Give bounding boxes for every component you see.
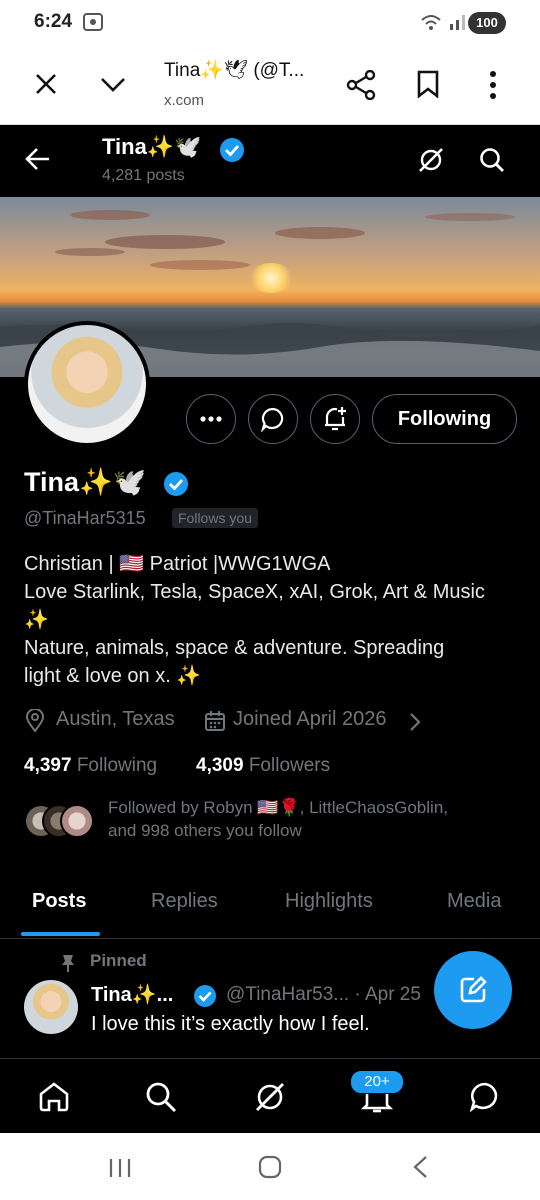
follower-avatar [60,804,94,838]
screenshot-icon [83,13,103,31]
followed-by-line: and 998 others you follow [108,821,302,840]
notify-button[interactable] [310,394,360,444]
system-nav-bar [0,1133,540,1200]
chevron-down-icon[interactable] [100,74,126,94]
status-bar: 6:24 100 [0,0,540,44]
recents-icon[interactable] [108,1157,132,1179]
tab-media[interactable]: Media [447,890,501,913]
post-author-name[interactable]: Tina✨... [91,982,173,1007]
post-handle-date: @TinaHar53... · Apr 25 [226,984,421,1005]
back-icon[interactable] [412,1155,428,1179]
verified-badge-icon [220,138,244,162]
bookmark-icon[interactable] [417,70,439,98]
following-number: 4,397 [24,755,72,776]
chevron-right-icon[interactable] [409,712,421,732]
verified-badge-icon [164,472,188,496]
close-icon[interactable] [34,72,58,96]
profile-header-bar: Tina✨🕊️ 4,281 posts [0,125,540,197]
message-icon [261,407,284,432]
search-icon[interactable] [145,1081,177,1113]
battery-indicator: 100 [468,12,506,34]
profile-name: Tina✨🕊️ [24,467,147,497]
tab-replies[interactable]: Replies [151,890,218,913]
chat-icon[interactable] [469,1081,501,1113]
followed-by-line: Followed by Robyn 🇺🇸🌹, LittleChaosGoblin… [108,798,448,817]
more-vertical-icon[interactable] [488,70,498,100]
message-button[interactable] [248,394,298,444]
bottom-nav [0,1058,540,1133]
profile-handle: @TinaHar5315 [24,508,146,528]
notify-add-icon [325,407,346,431]
followers-number: 4,309 [196,755,244,776]
grok-icon[interactable] [418,147,444,173]
notifications-badge: 20+ [350,1070,404,1094]
followed-by-text[interactable]: Followed by Robyn 🇺🇸🌹, LittleChaosGoblin… [108,796,508,842]
profile-location: Austin, Texas [56,708,175,730]
share-icon[interactable] [346,70,376,100]
signal-icon [421,15,465,30]
compose-button[interactable] [434,951,512,1029]
bio-line: light & love on x. ✨ [24,665,202,687]
bio-line: ✨ [24,609,49,631]
post-author-avatar[interactable] [24,980,78,1034]
header-post-count: 4,281 posts [102,167,185,184]
profile-bio: Christian | 🇺🇸 Patriot |WWG1WGA Love Sta… [24,550,520,690]
compose-icon [460,976,487,1003]
profile-avatar[interactable] [24,321,150,447]
followers-label: Followers [248,755,331,776]
status-time: 6:24 [34,11,73,32]
home-icon[interactable] [38,1081,70,1113]
following-label: Following [76,755,158,776]
pin-icon [62,955,74,972]
bio-line: Christian | 🇺🇸 Patriot |WWG1WGA [24,553,331,575]
following-button[interactable]: Following [372,394,517,444]
tab-highlights[interactable]: Highlights [285,890,373,913]
more-icon [200,416,222,422]
header-name: Tina✨🕊️ [102,134,202,159]
active-tab-indicator [21,932,100,936]
back-arrow-icon[interactable] [25,147,51,171]
location-icon [25,709,45,733]
followers-count[interactable]: 4,309 Followers [196,755,330,777]
calendar-icon [205,711,225,731]
following-count[interactable]: 4,397 Following [24,755,157,777]
browser-toolbar: Tina✨🕊 (@T... x.com [0,44,540,125]
post-text[interactable]: I love this it’s exactly how I feel. [91,1013,370,1036]
more-options-button[interactable] [186,394,236,444]
tab-posts[interactable]: Posts [32,890,86,913]
search-icon[interactable] [479,147,505,173]
home-button-icon[interactable] [258,1155,282,1179]
profile-tabs: Posts Replies Highlights Media [0,876,540,939]
tab-url[interactable]: x.com [164,92,204,109]
bio-line: Nature, animals, space & adventure. Spre… [24,637,445,659]
bio-line: Love Starlink, Tesla, SpaceX, xAI, Grok,… [24,581,485,603]
profile-joined: Joined April 2026 [233,708,387,730]
verified-badge-icon [194,985,216,1007]
follows-you-badge: Follows you [172,508,258,528]
tab-title: Tina✨🕊 (@T... [164,60,305,81]
pinned-label: Pinned [90,951,147,970]
grok-icon[interactable] [254,1081,286,1113]
